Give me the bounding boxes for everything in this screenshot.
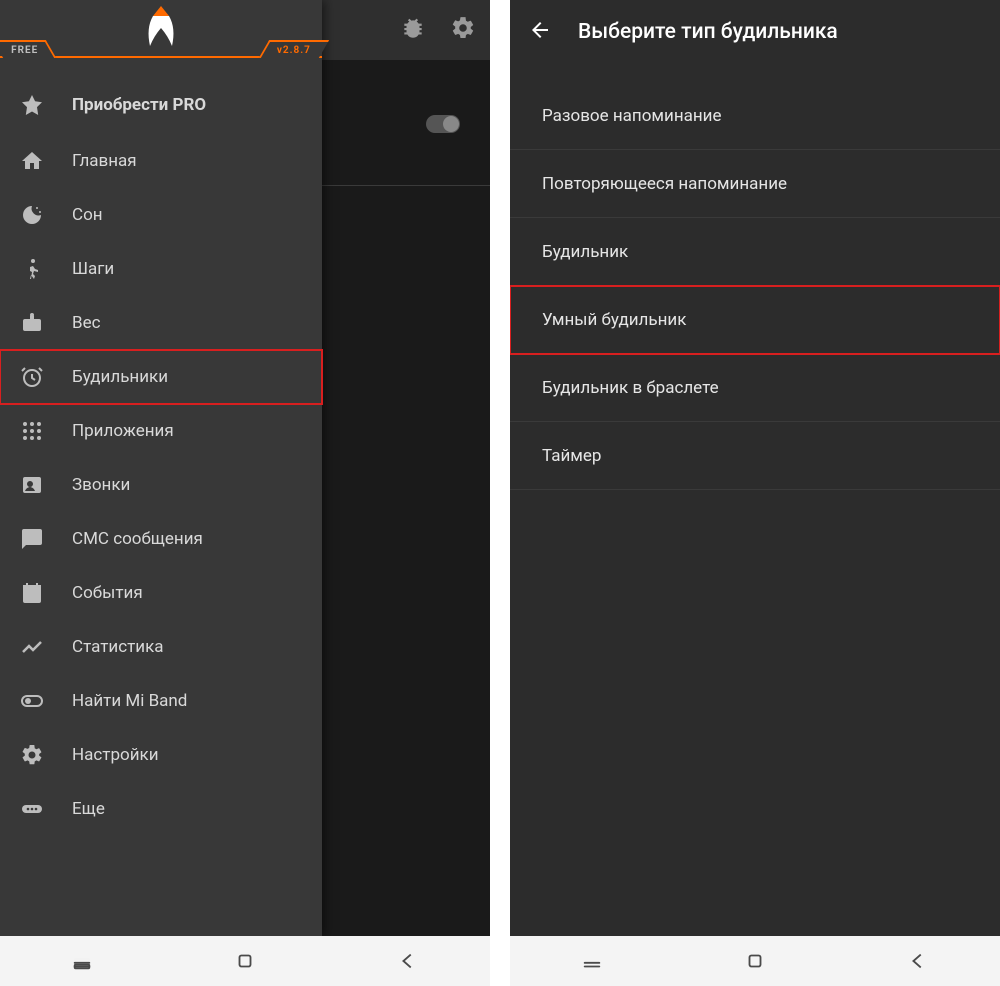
drawer-item-label: Главная: [72, 151, 137, 171]
drawer-item-gear[interactable]: Настройки: [0, 728, 322, 782]
drawer-item-label: Приобрести PRO: [72, 95, 206, 115]
drawer-item-label: Статистика: [72, 637, 164, 657]
gear-icon: [20, 743, 44, 767]
toggle-icon: [20, 689, 44, 713]
more-icon: [20, 797, 44, 821]
moon-icon: [20, 203, 44, 227]
drawer-item-label: Вес: [72, 313, 101, 333]
drawer-item-contact[interactable]: Звонки: [0, 458, 322, 512]
drawer-item-label: Звонки: [72, 475, 130, 495]
drawer-item-apps[interactable]: Приложения: [0, 404, 322, 458]
navigation-drawer: FREE v2.8.7 Приобрести PRO Главная Сон Шаги…: [0, 0, 322, 936]
alarm-type-list: Разовое напоминание Повторяющееся напомин…: [510, 82, 1000, 490]
back-key[interactable]: [393, 946, 423, 976]
drawer-item-calendar[interactable]: События: [0, 566, 322, 620]
drawer-item-label: Сон: [72, 205, 103, 225]
back-arrow-icon[interactable]: [528, 18, 552, 46]
version-badge: v2.8.7: [259, 40, 329, 58]
system-nav-bar: [0, 936, 490, 986]
free-badge: FREE: [0, 40, 56, 58]
system-nav-bar: [510, 936, 1000, 986]
drawer-item-home[interactable]: Главная: [0, 134, 322, 188]
alarm-type-item[interactable]: Будильник: [510, 218, 1000, 286]
apps-icon: [20, 419, 44, 443]
drawer-item-label: Еще: [72, 799, 105, 819]
drawer-item-label: Найти Mi Band: [72, 691, 187, 711]
alarm-type-item[interactable]: Таймер: [510, 422, 1000, 490]
gear-icon[interactable]: [450, 15, 476, 45]
alarm-type-label: Разовое напоминание: [542, 106, 722, 126]
alarm-type-label: Будильник: [542, 242, 628, 262]
alarm-icon: [20, 365, 44, 389]
drawer-item-label: Будильники: [72, 367, 168, 387]
weight-icon: [20, 311, 44, 335]
alarm-type-label: Умный будильник: [542, 310, 686, 330]
back-key[interactable]: [903, 946, 933, 976]
calendar-icon: [20, 581, 44, 605]
header: Выберите тип будильника: [510, 0, 1000, 64]
recent-apps-key[interactable]: [577, 946, 607, 976]
home-key[interactable]: [740, 946, 770, 976]
drawer-item-label: Шаги: [72, 259, 114, 279]
drawer-item-star[interactable]: Приобрести PRO: [0, 76, 322, 134]
drawer-item-chart[interactable]: Статистика: [0, 620, 322, 674]
alarm-type-item[interactable]: Умный будильник: [510, 286, 1000, 354]
home-key[interactable]: [230, 946, 260, 976]
alarm-type-label: Таймер: [542, 446, 601, 466]
drawer-item-sms[interactable]: СМС сообщения: [0, 512, 322, 566]
drawer-item-label: Приложения: [72, 421, 174, 441]
alarm-type-item[interactable]: Будильник в браслете: [510, 354, 1000, 422]
right-screenshot: Выберите тип будильника Разовое напомина…: [510, 0, 1000, 986]
toggle-switch[interactable]: [426, 115, 460, 133]
recent-apps-key[interactable]: [67, 946, 97, 976]
alarm-type-item[interactable]: Разовое напоминание: [510, 82, 1000, 150]
contact-icon: [20, 473, 44, 497]
drawer-item-label: СМС сообщения: [72, 529, 203, 549]
drawer-menu: Приобрести PRO Главная Сон Шаги Вес Будильник…: [0, 58, 322, 836]
drawer-item-toggle[interactable]: Найти Mi Band: [0, 674, 322, 728]
drawer-item-weight[interactable]: Вес: [0, 296, 322, 350]
alarm-type-label: Будильник в браслете: [542, 378, 719, 398]
sms-icon: [20, 527, 44, 551]
drawer-item-alarm[interactable]: Будильники: [0, 350, 322, 404]
drawer-header: FREE v2.8.7: [0, 0, 322, 58]
alarm-type-item[interactable]: Повторяющееся напоминание: [510, 150, 1000, 218]
drawer-item-moon[interactable]: Сон: [0, 188, 322, 242]
alarm-type-label: Повторяющееся напоминание: [542, 174, 787, 194]
page-title: Выберите тип будильника: [578, 20, 838, 44]
drawer-item-walk[interactable]: Шаги: [0, 242, 322, 296]
home-icon: [20, 149, 44, 173]
walk-icon: [20, 257, 44, 281]
app-logo: [136, 6, 186, 50]
drawer-item-label: События: [72, 583, 143, 603]
left-screenshot: FREE v2.8.7 Приобрести PRO Главная Сон Шаги…: [0, 0, 490, 986]
drawer-item-more[interactable]: Еще: [0, 782, 322, 836]
drawer-item-label: Настройки: [72, 745, 159, 765]
star-icon: [20, 93, 44, 117]
bug-icon[interactable]: [400, 15, 426, 45]
chart-icon: [20, 635, 44, 659]
